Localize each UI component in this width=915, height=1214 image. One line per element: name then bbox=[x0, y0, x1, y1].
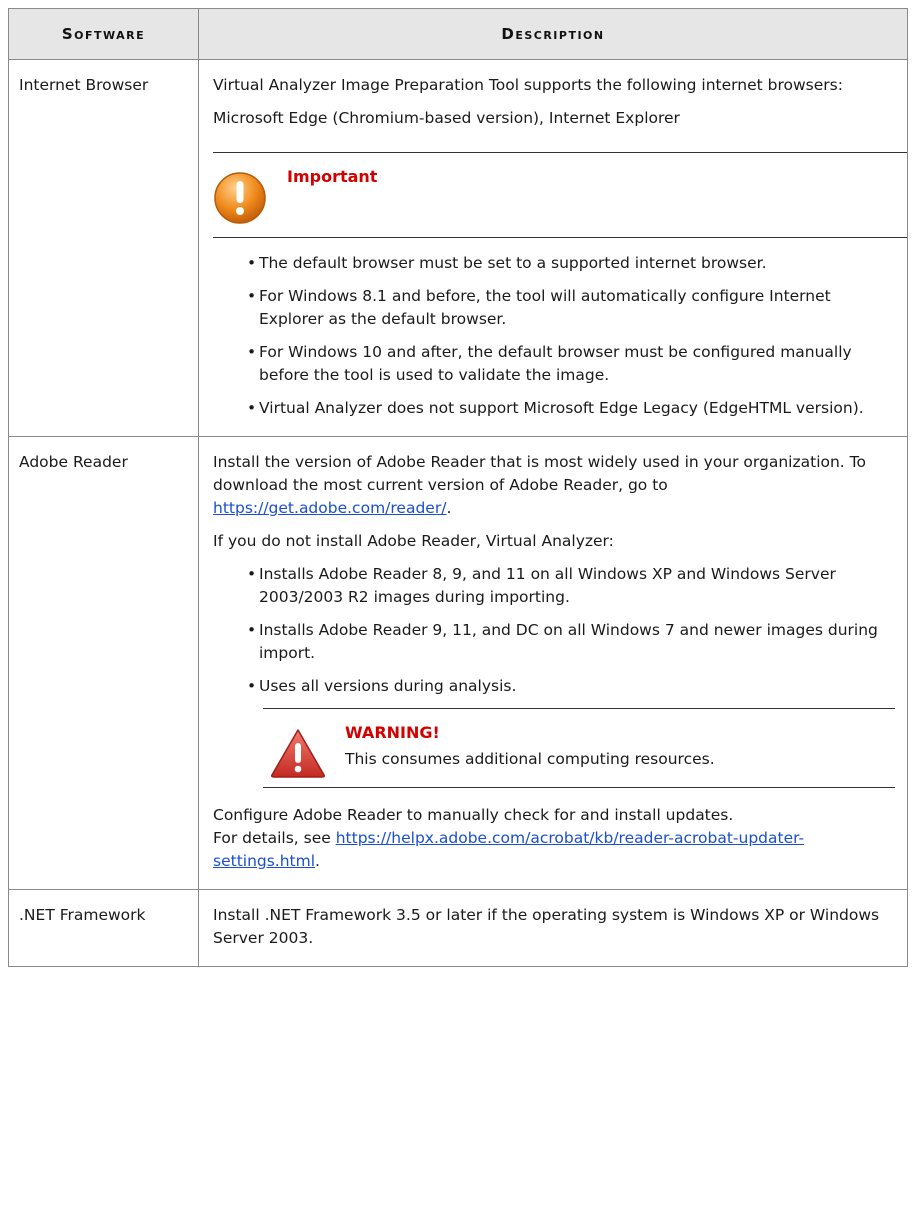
adobe-config-end: . bbox=[315, 852, 320, 870]
browser-intro: Virtual Analyzer Image Preparation Tool … bbox=[213, 76, 843, 94]
description-cell-net-framework: Install .NET Framework 3.5 or later if t… bbox=[198, 889, 908, 967]
browser-list: Microsoft Edge (Chromium-based version),… bbox=[213, 109, 680, 127]
adobe-intro-text: Install the version of Adobe Reader that… bbox=[213, 453, 866, 494]
important-icon bbox=[214, 172, 266, 224]
warning-title: WARNING! bbox=[345, 723, 440, 742]
list-item: The default browser must be set to a sup… bbox=[247, 252, 893, 275]
warning-text: This consumes additional computing resou… bbox=[345, 750, 715, 768]
description-cell-adobe-reader: Install the version of Adobe Reader that… bbox=[198, 436, 908, 890]
software-cell-adobe-reader: Adobe Reader bbox=[8, 436, 199, 890]
list-item: Installs Adobe Reader 8, 9, and 11 on al… bbox=[247, 563, 893, 609]
important-title: Important bbox=[287, 167, 378, 186]
adobe-config: Configure Adobe Reader to manually check… bbox=[213, 804, 889, 873]
adobe-intro: Install the version of Adobe Reader that… bbox=[213, 451, 889, 520]
adobe-intro-end: . bbox=[446, 499, 452, 517]
adobe-if-not: If you do not install Adobe Reader, Virt… bbox=[213, 532, 614, 550]
description-cell-internet-browser: Virtual Analyzer Image Preparation Tool … bbox=[198, 59, 908, 437]
list-item: For Windows 10 and after, the default br… bbox=[247, 341, 893, 387]
table-header-row: Software Description bbox=[8, 8, 908, 60]
list-item: Virtual Analyzer does not support Micros… bbox=[247, 397, 893, 420]
warning-content: WARNING! This consumes additional comput… bbox=[345, 721, 715, 779]
software-cell-net-framework: .NET Framework bbox=[8, 889, 199, 967]
table-row: Internet Browser Virtual Analyzer Image … bbox=[8, 59, 908, 437]
header-software: Software bbox=[8, 8, 199, 60]
browser-bullets: The default browser must be set to a sup… bbox=[247, 252, 893, 420]
list-item: Uses all versions during analysis. bbox=[247, 675, 893, 698]
table-row: Adobe Reader Install the version of Adob… bbox=[8, 436, 908, 890]
list-item: Installs Adobe Reader 9, 11, and DC on a… bbox=[247, 619, 893, 665]
software-requirements-table: Software Description Internet Browser Vi… bbox=[8, 8, 908, 967]
warning-note: WARNING! This consumes additional comput… bbox=[263, 708, 895, 788]
adobe-bullets: Installs Adobe Reader 8, 9, and 11 on al… bbox=[247, 563, 893, 698]
adobe-download-link[interactable]: https://get.adobe.com/reader/ bbox=[213, 499, 446, 517]
adobe-config-prefix: For details, see bbox=[213, 829, 336, 847]
table-row: .NET Framework Install .NET Framework 3.… bbox=[8, 889, 908, 967]
list-item: For Windows 8.1 and before, the tool wil… bbox=[247, 285, 893, 331]
warning-icon bbox=[271, 729, 325, 778]
software-cell-internet-browser: Internet Browser bbox=[8, 59, 199, 437]
adobe-config-line1: Configure Adobe Reader to manually check… bbox=[213, 806, 734, 824]
header-description: Description bbox=[198, 8, 908, 60]
important-note: Important bbox=[213, 152, 907, 238]
net-framework-text: Install .NET Framework 3.5 or later if t… bbox=[213, 906, 880, 947]
